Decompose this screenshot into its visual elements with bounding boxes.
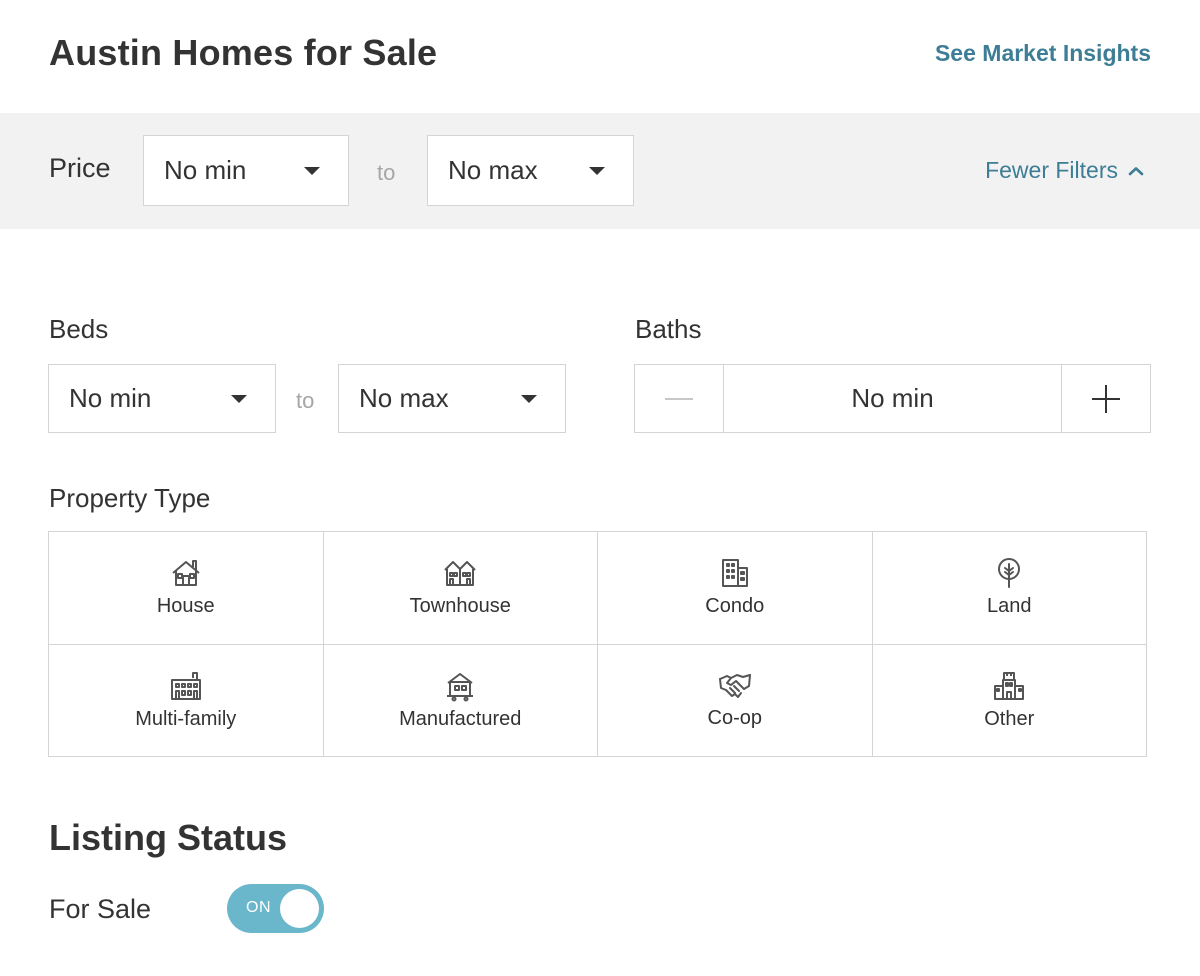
chevron-up-icon [1128, 166, 1144, 175]
listing-status-title: Listing Status [49, 817, 288, 858]
beds-min-value: No min [69, 383, 152, 413]
property-type-manufactured[interactable]: Manufactured [323, 644, 598, 757]
condo-icon [721, 559, 748, 588]
fewer-filters-label: Fewer Filters [985, 157, 1118, 183]
beds-min-select[interactable]: No min [48, 364, 276, 433]
price-filter-bar: Price No min to No max Fewer Filters [0, 113, 1200, 229]
price-to-label: to [377, 160, 396, 185]
baths-increment-button[interactable] [1062, 365, 1150, 432]
minus-icon [665, 397, 693, 400]
property-type-townhouse[interactable]: Townhouse [323, 532, 598, 645]
property-type-manufactured-label: Manufactured [399, 707, 522, 730]
property-type-house-label: House [156, 595, 215, 618]
baths-label: Baths [635, 314, 702, 344]
property-type-co-op-label: Co-op [707, 706, 762, 729]
property-type-condo[interactable]: Condo [598, 532, 873, 645]
property-type-land-label: Land [987, 595, 1032, 618]
property-type-house[interactable]: House [49, 532, 324, 645]
property-type-condo-label: Condo [705, 595, 765, 618]
chevron-down-icon [521, 394, 537, 403]
co-op-icon [718, 673, 751, 698]
house-icon [172, 560, 200, 587]
other-icon [994, 671, 1025, 700]
baths-value: No min [723, 365, 1062, 432]
manufactured-icon [447, 672, 474, 702]
land-icon [998, 558, 1021, 589]
for-sale-toggle[interactable]: ON [227, 884, 324, 933]
townhouse-icon [444, 561, 476, 587]
beds-label: Beds [49, 314, 109, 344]
for-sale-label: For Sale [49, 894, 152, 924]
baths-decrement-button[interactable] [635, 365, 723, 432]
price-max-value: No max [448, 155, 538, 185]
baths-stepper: No min [634, 364, 1151, 433]
fewer-filters-button[interactable]: Fewer Filters [985, 157, 1144, 184]
property-type-other-label: Other [984, 707, 1035, 730]
property-type-land[interactable]: Land [872, 532, 1147, 645]
price-min-select[interactable]: No min [143, 135, 349, 206]
property-type-other[interactable]: Other [872, 644, 1147, 757]
page-title: Austin Homes for Sale [49, 32, 438, 73]
property-type-grid: House Townhouse Condo Land Multi-family … [48, 531, 1147, 757]
price-max-select[interactable]: No max [427, 135, 634, 206]
price-label: Price [49, 153, 111, 183]
chevron-down-icon [304, 166, 320, 175]
property-type-co-op[interactable]: Co-op [598, 644, 873, 757]
property-type-multi-family[interactable]: Multi-family [49, 644, 324, 757]
property-type-label: Property Type [49, 483, 211, 513]
property-type-multi-family-label: Multi-family [135, 707, 237, 730]
multi-family-icon [170, 671, 201, 700]
chevron-down-icon [589, 166, 605, 175]
property-type-townhouse-label: Townhouse [409, 595, 511, 618]
chevron-down-icon [231, 394, 247, 403]
toggle-on-text: ON [246, 899, 271, 916]
toggle-knob [280, 889, 319, 928]
beds-max-value: No max [359, 383, 449, 413]
price-min-value: No min [164, 155, 247, 185]
beds-max-select[interactable]: No max [338, 364, 566, 433]
beds-to-label: to [296, 388, 315, 413]
see-market-insights-link[interactable]: See Market Insights [935, 40, 1151, 67]
plus-icon [1092, 384, 1120, 413]
